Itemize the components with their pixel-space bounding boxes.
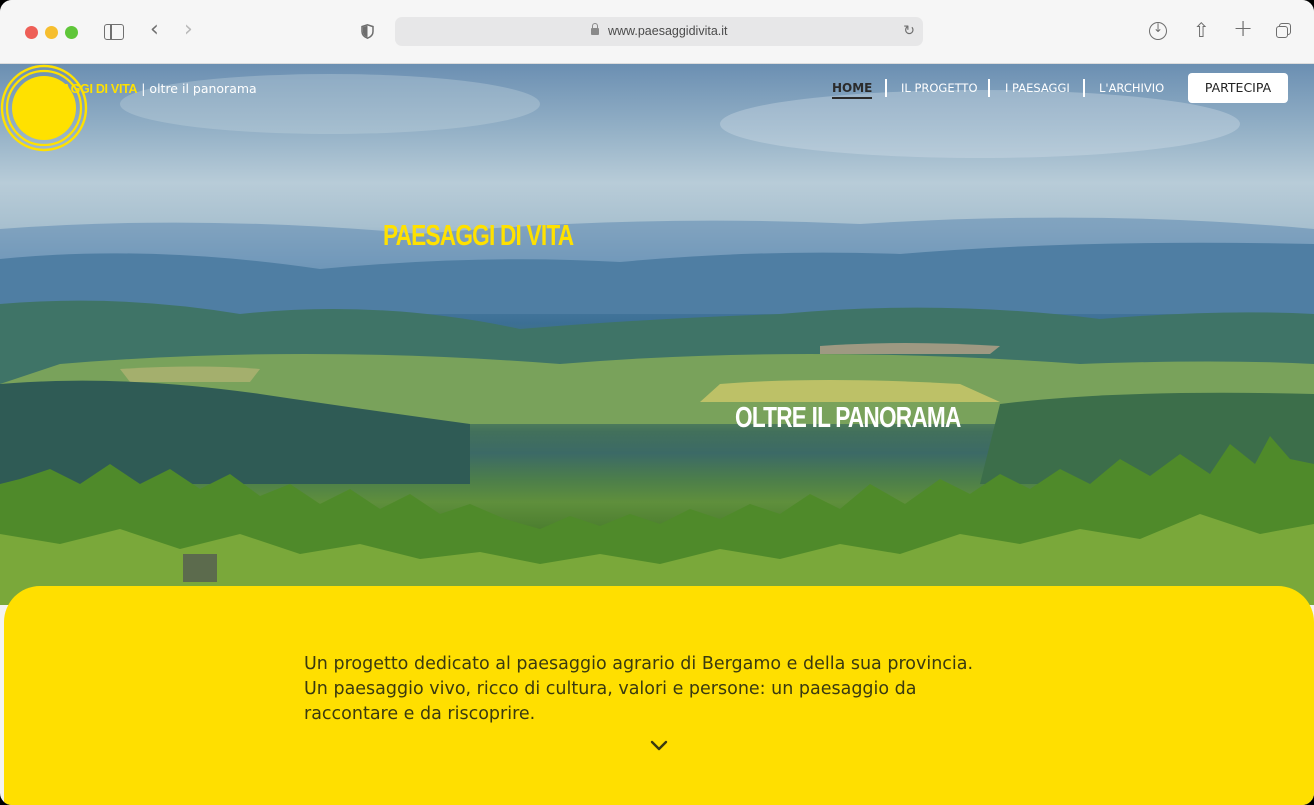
intro-line: Un progetto dedicato al paesaggio agrari… [304, 654, 974, 674]
minimize-window-button[interactable] [45, 26, 58, 39]
intro-line: raccontare e da riscoprire. [304, 704, 536, 724]
landscape-photo [0, 74, 1314, 605]
intro-line: Un paesaggio vivo, ricco di cultura, val… [304, 679, 917, 699]
sun-logo-icon [0, 64, 88, 152]
back-icon[interactable]: ‹ [150, 19, 159, 41]
nav-il-progetto[interactable]: IL PROGETTO [901, 80, 978, 96]
reload-icon[interactable]: ↻ [903, 23, 915, 39]
chevron-down-icon[interactable] [649, 736, 669, 756]
nav-archivio[interactable]: L'ARCHIVIO [1099, 80, 1164, 96]
new-tab-icon[interactable]: + [1233, 16, 1253, 40]
web-page: PAESAGGI DI VITA | oltre il panorama HOM… [0, 64, 1314, 805]
forward-icon[interactable]: › [184, 19, 193, 41]
intro-panel: Un progetto dedicato al paesaggio agrari… [4, 586, 1314, 805]
hero-subtitle: OLTRE IL PANORAMA [735, 402, 961, 434]
zoom-window-button[interactable] [65, 26, 78, 39]
nav-separator [885, 79, 887, 97]
lock-icon [590, 23, 599, 35]
downloads-icon[interactable] [1149, 21, 1167, 40]
tab-overview-icon[interactable] [1276, 23, 1291, 38]
nav-home[interactable]: HOME [832, 80, 873, 99]
nav-separator [988, 79, 990, 97]
hero-section: PAESAGGI DI VITA | oltre il panorama HOM… [0, 64, 1314, 605]
nav-separator [1083, 79, 1085, 97]
close-window-button[interactable] [25, 26, 38, 39]
privacy-shield-icon[interactable] [361, 24, 374, 39]
nav-i-paesaggi[interactable]: I PAESAGGI [1005, 80, 1070, 96]
partecipa-button[interactable]: PARTECIPA [1188, 73, 1288, 103]
address-bar[interactable]: www.paesaggidivita.it ↻ [395, 17, 923, 46]
sidebar-toggle-icon[interactable] [104, 24, 124, 40]
share-icon[interactable]: ⇧ [1193, 20, 1210, 40]
browser-window: ‹ › www.paesaggidivita.it ↻ ⇧ + [0, 0, 1314, 805]
intro-text: Un progetto dedicato al paesaggio agrari… [304, 652, 1024, 727]
browser-toolbar: ‹ › www.paesaggidivita.it ↻ ⇧ + [0, 0, 1314, 64]
brand-tagline: | oltre il panorama [141, 81, 257, 96]
url-text: www.paesaggidivita.it [607, 24, 728, 38]
hero-title: PAESAGGI DI VITA [383, 220, 574, 252]
